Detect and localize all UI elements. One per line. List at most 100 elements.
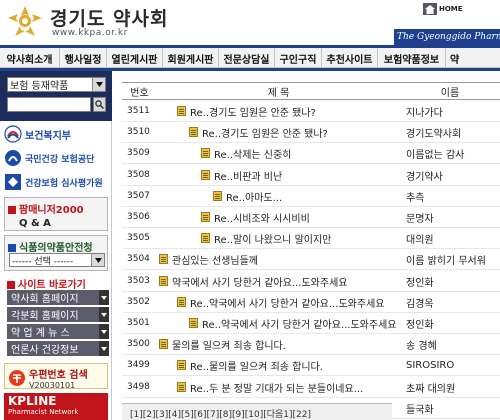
nhis-label: 국민건강 보험공단 bbox=[25, 154, 95, 165]
header-tagline: The Gyeonggido Pharma bbox=[394, 29, 500, 46]
board-panel: 번호 제 목 이름 3511 Re..경기도 임원은 안준 됐나? 지나가다 3510… bbox=[122, 71, 500, 420]
table-row[interactable]: 3500 물의를 일으켜 죄송 합니다. 송 경혜 bbox=[122, 334, 500, 355]
author-name: 추측 bbox=[406, 192, 425, 204]
nav-item-open-board[interactable]: 열린게시판 bbox=[107, 48, 163, 68]
chevron-down-icon[interactable] bbox=[99, 341, 109, 356]
table-row[interactable]: 3498 Re..두 분 정말 기대가 되는 분들이네요... 초짜 대의원 bbox=[122, 377, 500, 398]
table-row[interactable]: 3501 Re..약국에서 사기 당한거 같아요...도와주세요 정인화 bbox=[122, 313, 500, 334]
document-icon bbox=[189, 127, 198, 137]
chevron-down-icon[interactable] bbox=[99, 307, 109, 322]
nhis-logo-icon bbox=[4, 149, 22, 167]
document-icon bbox=[213, 191, 222, 201]
chevron-down-icon[interactable] bbox=[99, 290, 109, 305]
table-row[interactable]: 3507 Re..아마도... 추측 bbox=[122, 186, 500, 207]
row-number: 3508 bbox=[127, 170, 150, 180]
bullet-icon bbox=[8, 206, 16, 214]
post-title-link[interactable]: Re..두 분 정말 기대가 되는 분들이네요... bbox=[190, 380, 363, 395]
kpline-title: KPLINE bbox=[8, 394, 57, 408]
row-title-cell: 물의를 일으켜 죄송 합니다. bbox=[157, 337, 400, 352]
chevron-down-icon bbox=[92, 78, 105, 91]
mohw-link[interactable]: 보건복지부 bbox=[4, 123, 108, 145]
drug-search-input[interactable] bbox=[7, 97, 91, 112]
kfda-select[interactable]: ------ 선택 ------ bbox=[9, 253, 105, 267]
table-row[interactable]: 3509 Re..삭제는 신중히 이름없는 감사 bbox=[122, 143, 500, 164]
row-title-cell: 관심있는 선생님들께 bbox=[157, 252, 400, 267]
post-title-link[interactable]: Re..경기도 임원은 안준 됐나? bbox=[190, 104, 316, 119]
table-row[interactable]: 3499 Re..물의를 일으켜 죄송 합니다. SIROSIRO bbox=[122, 355, 500, 376]
table-row[interactable]: 3503 약국에서 사기 당한거 같아요...도와주세요 정인화 bbox=[122, 271, 500, 292]
nav-item-more[interactable]: 약 bbox=[446, 48, 500, 68]
post-title-link[interactable]: Re..삭제는 신중히 bbox=[214, 146, 291, 161]
kpa-logo-icon[interactable] bbox=[6, 4, 44, 40]
post-title-link[interactable]: Re..시비조와 시시비비 bbox=[214, 210, 310, 225]
row-title-cell: Re..약국에서 사기 당한거 같아요...도와주세요 bbox=[157, 295, 400, 310]
post-title-link[interactable]: Re..비판과 비난 bbox=[214, 168, 282, 183]
hira-label: 건강보험 심사평가원 bbox=[25, 178, 103, 189]
nhis-link[interactable]: 국민건강 보험공단 bbox=[4, 147, 108, 169]
post-title-link[interactable]: Re..아마도... bbox=[226, 189, 282, 204]
home-label: HOME bbox=[439, 5, 463, 13]
hira-link[interactable]: 건강보험 심사평가원 bbox=[4, 171, 108, 193]
site-url: www.kkpa.or.kr bbox=[52, 28, 128, 38]
table-row[interactable]: 3505 Re..말이 나왔으니 말이지만 대의원 bbox=[122, 228, 500, 249]
nav-item-insurance-drug-info[interactable]: 보험약품정보 bbox=[378, 48, 446, 68]
site-link-press-health[interactable]: 언론사 건강정보 bbox=[7, 341, 99, 356]
row-title-cell: Re..비판과 비난 bbox=[157, 168, 400, 183]
postal-search-version: V20030101 bbox=[29, 381, 76, 390]
table-row[interactable]: 3511 Re..경기도 임원은 안준 됐나? 지나가다 bbox=[122, 101, 500, 122]
author-name: 이름 밝히기 무서워 bbox=[406, 255, 486, 267]
document-icon bbox=[159, 339, 168, 349]
site-link-industry-news[interactable]: 약 업 계 뉴 스 bbox=[7, 324, 99, 339]
table-row[interactable]: 3506 Re..시비조와 시시비비 문명자 bbox=[122, 207, 500, 228]
site-title[interactable]: 경기도 약사회 bbox=[50, 4, 169, 31]
site-links-header: 사이트 바로가기 bbox=[4, 275, 108, 291]
postal-search-banner[interactable]: 우편번호 검색 V20030101 bbox=[4, 363, 108, 390]
pharm-manager-banner[interactable]: 팜매니저2000 Q & A bbox=[4, 197, 108, 231]
search-button[interactable] bbox=[93, 97, 106, 112]
nav-item-member-board[interactable]: 회원게시판 bbox=[163, 48, 219, 68]
post-title-link[interactable]: 관심있는 선생님들께 bbox=[172, 252, 258, 267]
row-number: 3507 bbox=[127, 191, 150, 201]
site-header: 경기도 약사회 www.kkpa.or.kr HOME The Gyeonggi… bbox=[0, 0, 500, 48]
post-title-link[interactable]: Re..경기도 임원은 안준 됐나? bbox=[202, 125, 328, 140]
row-title-cell: Re..경기도 임원은 안준 됐나? bbox=[157, 125, 400, 140]
kpline-subtitle: Pharmacist Network bbox=[8, 408, 79, 416]
post-title-link[interactable]: Re..약국에서 사기 당한거 같아요...도와주세요 bbox=[190, 295, 384, 310]
author-name: 경기약사 bbox=[406, 171, 443, 183]
site-link-kpa-home[interactable]: 약사회 홈페이지 bbox=[7, 290, 99, 305]
table-row[interactable]: 3504 관심있는 선생님들께 이름 밝히기 무서워 bbox=[122, 249, 500, 270]
row-number: 3498 bbox=[127, 382, 150, 392]
row-title-cell: Re..삭제는 신중히 bbox=[157, 146, 400, 161]
pharm-manager-subtitle: Q & A bbox=[19, 218, 51, 229]
row-title-cell: Re..경기도 임원은 안준 됐나? bbox=[157, 104, 400, 119]
row-number: 3504 bbox=[127, 254, 150, 264]
row-title-cell: Re..시비조와 시시비비 bbox=[157, 210, 400, 225]
post-title-link[interactable]: Re..말이 나왔으니 말이지만 bbox=[214, 231, 331, 246]
table-row[interactable]: 3508 Re..비판과 비난 경기약사 bbox=[122, 165, 500, 186]
chevron-down-icon[interactable] bbox=[99, 324, 109, 339]
row-number: 3503 bbox=[127, 276, 150, 286]
row-title-cell: Re..아마도... bbox=[157, 189, 400, 204]
nav-item-about[interactable]: 약사회소개 bbox=[0, 48, 60, 68]
site-link-branch-home[interactable]: 각분회 홈페이지 bbox=[7, 307, 99, 322]
row-title-cell: Re..약국에서 사기 당한거 같아요...도와주세요 bbox=[157, 316, 400, 331]
insurance-drug-select[interactable]: 보험 등재약품 bbox=[7, 77, 106, 92]
home-link[interactable]: HOME bbox=[423, 3, 463, 15]
post-title-link[interactable]: Re..물의를 일으켜 죄송 합니다. bbox=[190, 358, 323, 373]
table-row[interactable]: 3510 Re..경기도 임원은 안준 됐나? 경기도약사회 bbox=[122, 122, 500, 143]
nav-item-events[interactable]: 행사일정 bbox=[60, 48, 107, 68]
nav-item-jobs[interactable]: 구인구직 bbox=[275, 48, 322, 68]
post-title-link[interactable]: 물의를 일으켜 죄송 합니다. bbox=[172, 337, 286, 352]
table-row[interactable]: 3502 Re..약국에서 사기 당한거 같아요...도와주세요 김경옥 bbox=[122, 292, 500, 313]
post-title-link[interactable]: Re..약국에서 사기 당한거 같아요...도와주세요 bbox=[202, 316, 396, 331]
row-number: 3510 bbox=[127, 127, 150, 137]
nav-item-recommended-sites[interactable]: 추천사이트 bbox=[322, 48, 378, 68]
kpline-banner[interactable]: KPLINE Pharmacist Network bbox=[4, 393, 108, 420]
nav-item-consulting[interactable]: 전문상담실 bbox=[219, 48, 275, 68]
post-title-link[interactable]: 약국에서 사기 당한거 같아요...도와주세요 bbox=[172, 274, 347, 289]
document-icon bbox=[159, 254, 168, 264]
author-name: 정인화 bbox=[406, 319, 434, 331]
document-icon bbox=[177, 297, 186, 307]
insurance-drug-select-value: 보험 등재약품 bbox=[10, 81, 69, 92]
author-name: 경기도약사회 bbox=[406, 128, 462, 140]
